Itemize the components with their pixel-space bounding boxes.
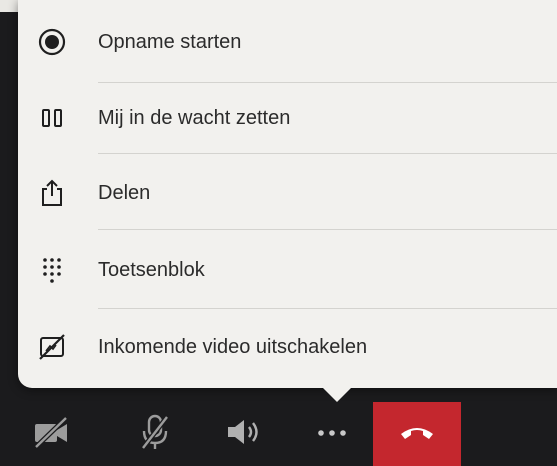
menu-item-label: Inkomende video uitschakelen — [98, 335, 368, 358]
menu-item-dialpad[interactable]: Toetsenblok — [18, 232, 557, 308]
menu-item-label: Toetsenblok — [98, 258, 205, 281]
call-toolbar — [0, 402, 557, 466]
more-options-button[interactable] — [302, 402, 362, 466]
menu-item-start-recording[interactable]: Opname starten — [18, 4, 557, 80]
dialpad-icon — [34, 252, 70, 288]
video-off-icon — [34, 329, 70, 365]
record-icon — [34, 24, 70, 60]
camera-off-icon — [32, 415, 72, 454]
end-call-button[interactable] — [373, 402, 461, 466]
camera-toggle-button[interactable] — [22, 402, 82, 466]
pause-icon — [34, 100, 70, 136]
more-options-icon — [316, 425, 348, 443]
microphone-toggle-button[interactable] — [125, 402, 185, 466]
menu-item-disable-incoming-video[interactable]: Inkomende video uitschakelen — [18, 309, 557, 385]
share-icon — [34, 175, 70, 211]
end-call-icon — [398, 422, 436, 447]
microphone-off-icon — [139, 413, 171, 456]
divider — [98, 153, 557, 154]
menu-item-label: Opname starten — [98, 30, 242, 53]
menu-item-label: Mij in de wacht zetten — [98, 106, 291, 129]
call-options-menu: Opname starten Mij in de wacht zetten De… — [18, 0, 557, 402]
divider — [98, 229, 557, 230]
speaker-button[interactable] — [212, 402, 276, 466]
menu-item-label: Delen — [98, 181, 151, 204]
menu-item-share[interactable]: Delen — [18, 155, 557, 231]
menu-item-hold[interactable]: Mij in de wacht zetten — [18, 80, 557, 156]
speaker-icon — [224, 415, 264, 454]
